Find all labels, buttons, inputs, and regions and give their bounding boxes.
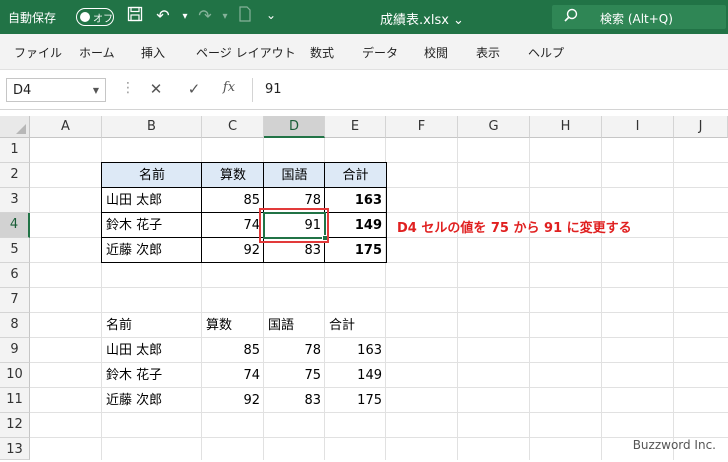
document-icon[interactable] bbox=[234, 6, 256, 26]
cancel-icon[interactable]: ✕ bbox=[146, 80, 166, 98]
table2-cell-math[interactable]: 85 bbox=[202, 338, 264, 363]
select-all-corner[interactable] bbox=[0, 116, 30, 138]
table2-cell-japanese[interactable]: 75 bbox=[264, 363, 325, 388]
file-name-text: 成績表.xlsx bbox=[380, 13, 449, 28]
row-header-4[interactable]: 4 bbox=[0, 213, 30, 238]
table2-header-japanese[interactable]: 国語 bbox=[264, 313, 325, 338]
annotation-text: D4 セルの値を 75 から 91 に変更する bbox=[397, 221, 632, 236]
tab-page-layout[interactable]: ページ レイアウト bbox=[196, 44, 296, 61]
column-header-c[interactable]: C bbox=[202, 116, 264, 138]
title-bar: 自動保存 オフ ↶ ▾ ↷ ▾ ⌄ 成績表.xlsx ⌄ 検索 (Alt+Q) bbox=[0, 0, 728, 34]
column-header-j[interactable]: J bbox=[674, 116, 728, 138]
search-box[interactable]: 検索 (Alt+Q) bbox=[552, 5, 726, 29]
tab-formulas[interactable]: 数式 bbox=[310, 44, 334, 61]
row-header-6[interactable]: 6 bbox=[0, 263, 30, 288]
tab-file[interactable]: ファイル bbox=[14, 44, 62, 61]
row-header-3[interactable]: 3 bbox=[0, 188, 30, 213]
table1-header-japanese[interactable]: 国語 bbox=[264, 163, 325, 188]
ribbon-tabs: ファイル ホーム 挿入 ページ レイアウト 数式 データ 校閲 表示 ヘルプ bbox=[0, 34, 728, 70]
table1-cell-math[interactable]: 85 bbox=[202, 188, 264, 213]
row-header-8[interactable]: 8 bbox=[0, 313, 30, 338]
name-box-value: D4 bbox=[13, 83, 32, 98]
formula-input[interactable]: 91 bbox=[252, 78, 728, 102]
watermark: Buzzword Inc. bbox=[632, 438, 716, 452]
table2-cell-name[interactable]: 近藤 次郎 bbox=[102, 388, 202, 413]
tab-home[interactable]: ホーム bbox=[79, 44, 115, 61]
table2-header-name[interactable]: 名前 bbox=[102, 313, 202, 338]
table2-cell-math[interactable]: 92 bbox=[202, 388, 264, 413]
row-header-13[interactable]: 13 bbox=[0, 438, 30, 460]
redo-dropdown-icon[interactable]: ▾ bbox=[214, 11, 236, 22]
tab-review[interactable]: 校閲 bbox=[424, 44, 448, 61]
table1-cell-name[interactable]: 近藤 次郎 bbox=[102, 238, 202, 263]
enter-icon[interactable]: ✓ bbox=[184, 80, 204, 98]
cell-area[interactable]: 名前 算数 国語 合計 山田 太郎 85 78 163 鈴木 花子 74 91 … bbox=[30, 138, 728, 460]
column-header-b[interactable]: B bbox=[102, 116, 202, 138]
table2-cell-name[interactable]: 鈴木 花子 bbox=[102, 363, 202, 388]
table2-cell-japanese[interactable]: 83 bbox=[264, 388, 325, 413]
chevron-down-icon[interactable]: ▼ bbox=[93, 86, 99, 95]
gridline bbox=[30, 437, 728, 438]
formula-bar-grip-icon[interactable]: ⋮ bbox=[121, 80, 135, 96]
table2-cell-total[interactable]: 149 bbox=[325, 363, 386, 388]
table1-cell-total[interactable]: 163 bbox=[325, 188, 386, 213]
row-header-1[interactable]: 1 bbox=[0, 138, 30, 163]
table1-cell-math[interactable]: 74 bbox=[202, 213, 264, 238]
gridline bbox=[30, 287, 728, 288]
row-header-5[interactable]: 5 bbox=[0, 238, 30, 263]
insert-function-icon[interactable]: fx bbox=[219, 80, 239, 95]
tab-insert[interactable]: 挿入 bbox=[141, 44, 165, 61]
autosave-label: 自動保存 bbox=[8, 11, 57, 25]
table1-header-math[interactable]: 算数 bbox=[202, 163, 264, 188]
row-header-11[interactable]: 11 bbox=[0, 388, 30, 413]
table2-cell-name[interactable]: 山田 太郎 bbox=[102, 338, 202, 363]
undo-dropdown-icon[interactable]: ▾ bbox=[174, 11, 196, 22]
table1-cell-name[interactable]: 山田 太郎 bbox=[102, 188, 202, 213]
table2-cell-japanese[interactable]: 78 bbox=[264, 338, 325, 363]
table1-cell-total[interactable]: 149 bbox=[325, 213, 386, 238]
row-header-2[interactable]: 2 bbox=[0, 163, 30, 188]
table1-header-total[interactable]: 合計 bbox=[325, 163, 386, 188]
name-box[interactable]: D4 ▼ bbox=[6, 78, 106, 102]
select-all-icon bbox=[16, 124, 26, 134]
table1-cell-name[interactable]: 鈴木 花子 bbox=[102, 213, 202, 238]
column-header-g[interactable]: G bbox=[458, 116, 530, 138]
row-header-9[interactable]: 9 bbox=[0, 338, 30, 363]
row-header-12[interactable]: 12 bbox=[0, 413, 30, 438]
table2-header-total[interactable]: 合計 bbox=[325, 313, 386, 338]
column-header-f[interactable]: F bbox=[386, 116, 458, 138]
tab-help[interactable]: ヘルプ bbox=[528, 44, 564, 61]
autosave-toggle[interactable]: オフ bbox=[76, 8, 114, 26]
column-header-i[interactable]: I bbox=[602, 116, 674, 138]
row-header-7[interactable]: 7 bbox=[0, 288, 30, 313]
column-header-d[interactable]: D bbox=[264, 116, 325, 138]
search-icon bbox=[564, 8, 578, 22]
table1-cell-math[interactable]: 92 bbox=[202, 238, 264, 263]
tab-data[interactable]: データ bbox=[362, 44, 398, 61]
spreadsheet-grid: A B C D E F G H I J 1 2 3 4 5 6 7 8 9 10… bbox=[0, 110, 728, 460]
toggle-text: オフ bbox=[93, 14, 113, 25]
table1-cell-total[interactable]: 175 bbox=[325, 238, 386, 263]
toggle-knob bbox=[80, 12, 90, 22]
table2-cell-total[interactable]: 163 bbox=[325, 338, 386, 363]
highlight-box bbox=[259, 208, 329, 243]
undo-icon[interactable]: ↶ bbox=[152, 6, 174, 25]
table2-cell-total[interactable]: 175 bbox=[325, 388, 386, 413]
column-header-a[interactable]: A bbox=[30, 116, 102, 138]
tab-view[interactable]: 表示 bbox=[476, 44, 500, 61]
table1-header-name[interactable]: 名前 bbox=[102, 163, 202, 188]
file-name[interactable]: 成績表.xlsx ⌄ bbox=[380, 9, 464, 28]
table2-header-math[interactable]: 算数 bbox=[202, 313, 264, 338]
column-header-e[interactable]: E bbox=[325, 116, 386, 138]
row-header-10[interactable]: 10 bbox=[0, 363, 30, 388]
customize-toolbar-icon[interactable]: ⌄ bbox=[260, 8, 282, 22]
save-icon[interactable] bbox=[124, 6, 146, 26]
search-label: 検索 (Alt+Q) bbox=[600, 12, 673, 26]
formula-bar: D4 ▼ ⋮ ✕ ✓ fx 91 bbox=[0, 70, 728, 110]
column-header-h[interactable]: H bbox=[530, 116, 602, 138]
redo-icon[interactable]: ↷ bbox=[194, 6, 216, 25]
table2-cell-math[interactable]: 74 bbox=[202, 363, 264, 388]
